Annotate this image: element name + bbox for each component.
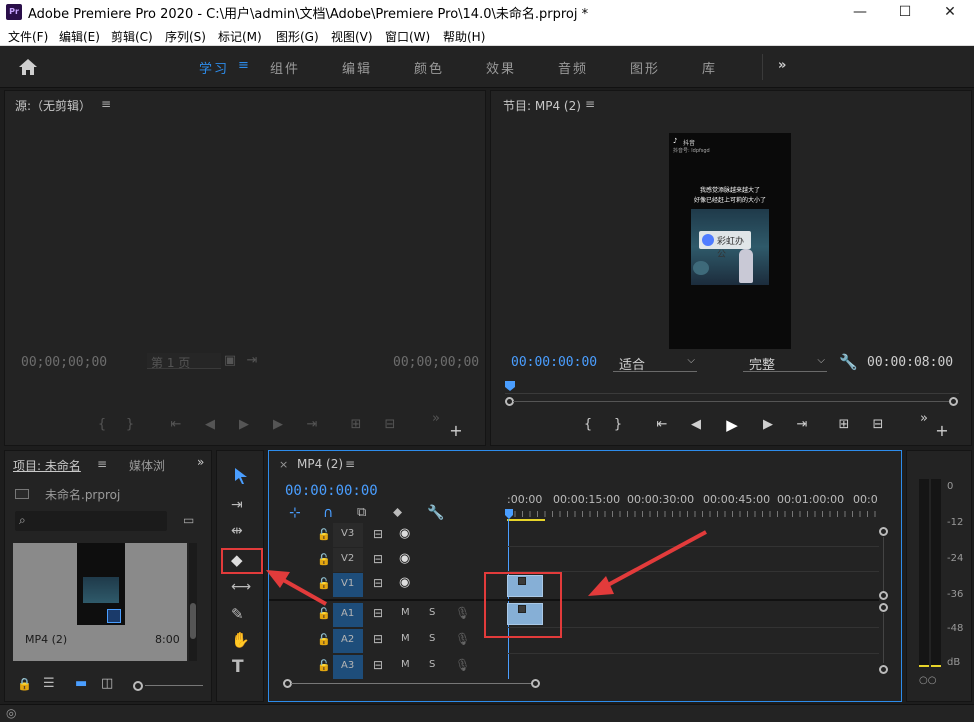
arrow-to-razor-line (277, 575, 327, 606)
arrow-to-clip-line (605, 530, 707, 588)
status-indicator-icon: ◎ (6, 706, 17, 720)
audio-meter-panel: 0 -12 -24 -36 -48 dB ○○ (906, 450, 972, 702)
arrow-to-razor-head (266, 570, 290, 588)
annotation-arrows (266, 530, 707, 606)
meter-scale-36: -36 (947, 589, 964, 600)
arrow-to-clip-head (588, 576, 614, 596)
meter-scale-48: -48 (947, 623, 964, 634)
meter-left-peak (919, 665, 929, 667)
meter-scale-db: dB (947, 657, 961, 668)
meter-scale-0: 0 (947, 481, 954, 492)
meter-left-channel (919, 479, 929, 667)
status-bar: ◎ (0, 704, 974, 722)
meter-solo-buttons[interactable]: ○○ (919, 675, 936, 686)
meter-right-channel (931, 479, 941, 667)
meter-right-peak (931, 665, 941, 667)
meter-scale-12: -12 (947, 517, 964, 528)
meter-scale-24: -24 (947, 553, 964, 564)
